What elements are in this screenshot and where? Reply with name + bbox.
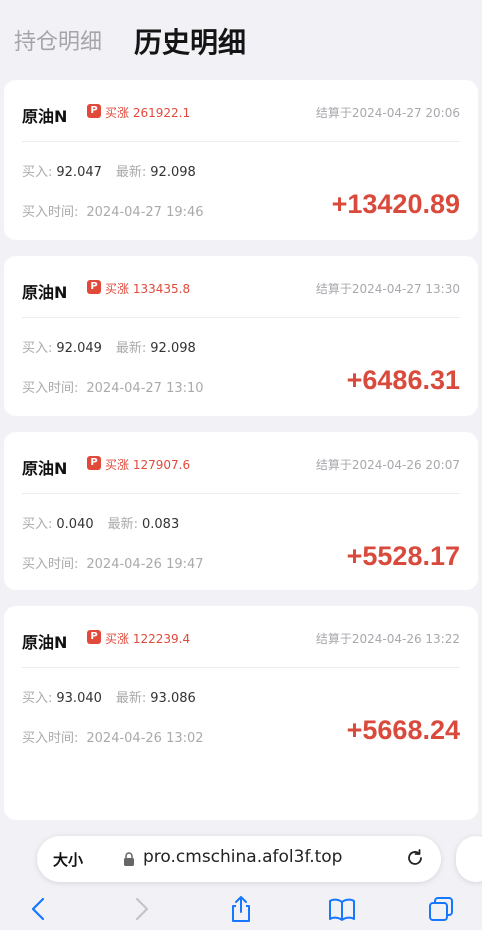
address-bar[interactable]: 大小 pro.cmschina.afol3f.top xyxy=(37,836,441,882)
url-text[interactable]: pro.cmschina.afol3f.top xyxy=(143,847,342,867)
time-label: 买入时间: xyxy=(22,731,79,746)
buy-label: 买入: xyxy=(22,341,53,356)
trade-card[interactable]: 原油N P 买涨 133435.8 结算于2024-04-27 13:30 买入… xyxy=(4,256,478,416)
trade-card[interactable]: 原油N P 买涨 122239.4 结算于2024-04-26 13:22 买入… xyxy=(4,606,478,820)
settle-time: 结算于2024-04-27 13:30 xyxy=(315,282,460,296)
profit-amount: +5528.17 xyxy=(346,541,460,571)
browser-address-area: 大小 pro.cmschina.afol3f.top xyxy=(0,822,482,882)
reload-icon[interactable] xyxy=(405,848,425,868)
buy-label: 买入: xyxy=(22,691,53,706)
settle-time: 结算于2024-04-27 20:06 xyxy=(315,106,460,120)
tag-icon: P xyxy=(87,630,101,644)
time-row: 买入时间: 2024-04-26 19:47 xyxy=(22,553,204,572)
latest-label: 最新: xyxy=(115,691,147,706)
tab-history[interactable]: 历史明细 xyxy=(134,21,246,61)
latest-label: 最新: xyxy=(115,165,147,180)
direction-tag: 买涨 133435.8 xyxy=(105,282,191,296)
divider xyxy=(22,317,460,318)
tabs-icon[interactable] xyxy=(426,894,456,924)
latest-price: 92.098 xyxy=(150,165,196,180)
instrument-name: 原油N xyxy=(22,283,68,302)
latest-price: 92.098 xyxy=(150,341,196,356)
buy-time: 2024-04-27 13:10 xyxy=(86,381,204,396)
settle-time: 结算于2024-04-26 13:22 xyxy=(315,632,460,646)
back-icon[interactable] xyxy=(24,894,54,924)
time-label: 买入时间: xyxy=(22,557,79,572)
profit-amount: +6486.31 xyxy=(346,365,460,395)
instrument-name: 原油N xyxy=(22,459,68,478)
instrument-name: 原油N xyxy=(22,633,68,652)
divider xyxy=(22,493,460,494)
instrument-name: 原油N xyxy=(22,107,68,126)
settle-time: 结算于2024-04-26 20:07 xyxy=(315,458,460,472)
buy-time: 2024-04-26 13:02 xyxy=(86,731,204,746)
text-size-button[interactable]: 大小 xyxy=(53,849,83,870)
buy-label: 买入: xyxy=(22,165,53,180)
buy-price: 0.040 xyxy=(56,517,94,532)
latest-label: 最新: xyxy=(107,517,138,532)
price-row: 买入: 92.049 最新: 92.098 xyxy=(22,337,196,356)
share-icon[interactable] xyxy=(226,894,256,924)
trade-card[interactable]: 原油N P 买涨 127907.6 结算于2024-04-26 20:07 买入… xyxy=(4,432,478,590)
next-tab-peek[interactable] xyxy=(456,836,482,882)
divider xyxy=(22,667,460,668)
buy-price: 92.049 xyxy=(56,341,102,356)
divider xyxy=(22,141,460,142)
price-row: 买入: 0.040 最新: 0.083 xyxy=(22,513,179,532)
time-label: 买入时间: xyxy=(22,205,79,220)
forward-icon[interactable] xyxy=(126,894,156,924)
time-row: 买入时间: 2024-04-27 19:46 xyxy=(22,201,204,220)
time-row: 买入时间: 2024-04-27 13:10 xyxy=(22,377,204,396)
tab-positions[interactable]: 持仓明细 xyxy=(14,24,102,56)
latest-label: 最新: xyxy=(115,341,147,356)
tag-icon: P xyxy=(87,280,101,294)
browser-toolbar xyxy=(0,888,482,930)
direction-tag: 买涨 127907.6 xyxy=(105,458,191,472)
time-label: 买入时间: xyxy=(22,381,79,396)
buy-price: 93.040 xyxy=(56,691,102,706)
tag-icon: P xyxy=(87,456,101,470)
profit-amount: +13420.89 xyxy=(331,189,460,219)
buy-time: 2024-04-26 19:47 xyxy=(86,557,204,572)
buy-label: 买入: xyxy=(22,517,53,532)
time-row: 买入时间: 2024-04-26 13:02 xyxy=(22,727,204,746)
profit-amount: +5668.24 xyxy=(346,715,460,745)
tag-icon: P xyxy=(87,104,101,118)
direction-tag: 买涨 261922.1 xyxy=(105,106,191,120)
price-row: 买入: 92.047 最新: 92.098 xyxy=(22,161,196,180)
price-row: 买入: 93.040 最新: 93.086 xyxy=(22,687,196,706)
buy-price: 92.047 xyxy=(56,165,102,180)
lock-icon xyxy=(124,852,134,866)
trade-card[interactable]: 原油N P 买涨 261922.1 结算于2024-04-27 20:06 买入… xyxy=(4,80,478,240)
tab-bar: 持仓明细 历史明细 xyxy=(0,0,482,78)
latest-price: 0.083 xyxy=(142,517,180,532)
buy-time: 2024-04-27 19:46 xyxy=(86,205,204,220)
direction-tag: 买涨 122239.4 xyxy=(105,632,191,646)
bookmarks-icon[interactable] xyxy=(327,894,357,924)
latest-price: 93.086 xyxy=(150,691,196,706)
